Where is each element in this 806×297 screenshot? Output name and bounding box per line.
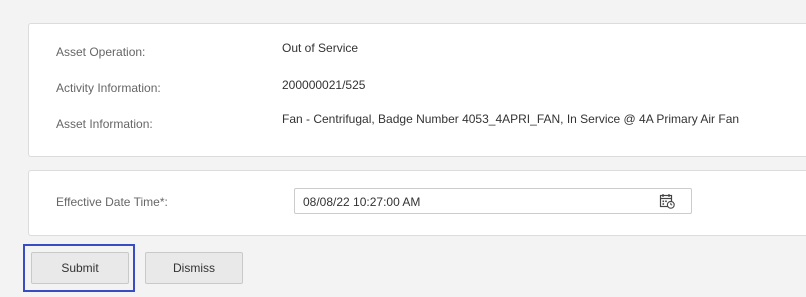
effective-date-input[interactable]: 08/08/22 10:27:00 AM bbox=[294, 188, 692, 214]
effective-date-label: Effective Date Time*: bbox=[56, 195, 168, 209]
asset-operation-label: Asset Operation: bbox=[56, 45, 146, 59]
calendar-clock-icon[interactable] bbox=[659, 193, 675, 209]
dismiss-button[interactable]: Dismiss bbox=[145, 252, 243, 284]
asset-operation-value: Out of Service bbox=[282, 41, 359, 55]
activity-information-label: Activity Information: bbox=[56, 81, 161, 95]
activity-information-value: 200000021/525 bbox=[282, 78, 366, 92]
effective-date-value: 08/08/22 10:27:00 AM bbox=[303, 195, 421, 209]
effective-date-panel: Effective Date Time*: 08/08/22 10:27:00 … bbox=[28, 170, 806, 236]
asset-information-label: Asset Information: bbox=[56, 117, 153, 131]
asset-details-panel: Asset Operation: Out of Service Activity… bbox=[28, 23, 806, 157]
asset-information-value: Fan - Centrifugal, Badge Number 4053_4AP… bbox=[282, 112, 740, 126]
submit-button[interactable]: Submit bbox=[31, 252, 129, 284]
